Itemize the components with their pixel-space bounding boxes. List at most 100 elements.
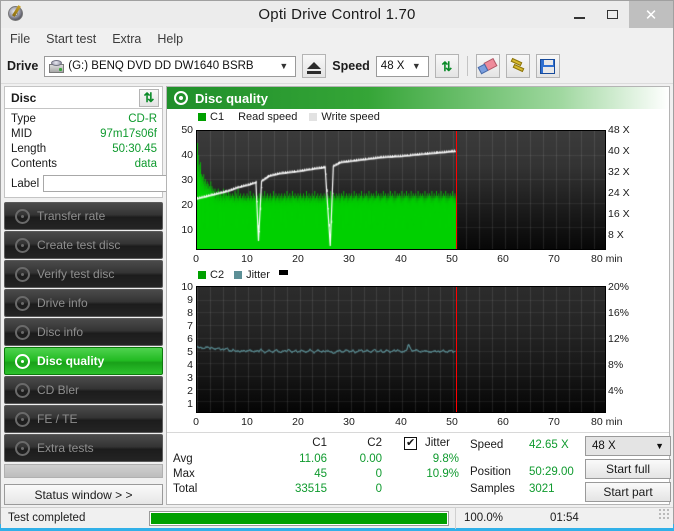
chart2-xtick-50: 50 [446,416,458,428]
title-bar: Opti Drive Control 1.70 ✕ [1,1,673,28]
disc-icon [15,411,30,427]
disc-icon [15,440,30,456]
chart1-xtick-40: 40 [395,253,407,265]
chart2-xtick-60: 60 [497,416,509,428]
status-message: Test completed [8,512,86,524]
chart1-ytick-30: 30 [181,174,193,186]
chart1-xtick-60: 60 [497,253,509,265]
erase-button[interactable] [475,54,500,78]
disc-icon [15,295,30,311]
legend-swatch-c2 [198,271,206,279]
chart1-ytickr-8: 8 X [608,229,624,241]
eject-button[interactable] [302,54,327,78]
disc-row-key: Contents [11,158,58,170]
legend-label-c1: C1 [210,111,225,123]
drive-label: Drive [7,59,39,73]
chart1-plot[interactable] [196,130,606,250]
chart1-ytick-20: 20 [181,199,193,211]
sidebar-item-label: Drive info [37,296,88,310]
sidebar-item-create-test-disc[interactable]: Create test disc [4,231,163,259]
disc-icon [15,266,30,282]
eject-icon [307,61,322,69]
speed-select[interactable]: 48 X ▼ [375,55,429,77]
chart1-xtick-80: 80 min [591,253,623,265]
legend-swatch-write-speed [309,113,318,121]
menu-item-start-test[interactable]: Start test [46,32,96,46]
tools-button[interactable] [505,54,530,78]
stats-total-c2: 0 [375,483,382,495]
refresh-arrows-icon: ⇅ [143,90,155,105]
chart1-xtick-30: 30 [343,253,355,265]
chart1-ytickr-48: 48 X [608,124,630,136]
sidebar-item-label: Transfer rate [37,209,106,223]
chart2-legend: C2 Jitter [198,269,288,281]
chart1-ytick-10: 10 [181,224,193,236]
disc-panel-header: Disc ⇅ [5,87,162,109]
stats-info-value-speed: 42.65 X [529,439,569,451]
body: Disc ⇅ Type CD-R MID 97m17s06f Length 50… [1,84,673,507]
sidebar-item-disc-info[interactable]: Disc info [4,318,163,346]
stats-info-value-position: 50:29.00 [529,466,574,478]
tools-icon [510,57,526,74]
stats-max-c1: 45 [314,468,327,480]
sidebar-item-label: Extra tests [37,441,94,455]
speed-select-value: 48 X [380,60,405,72]
sidebar-item-transfer-rate[interactable]: Transfer rate [4,202,163,230]
disc-refresh-button[interactable]: ⇅ [139,88,159,107]
chart1-ytickr-40: 40 X [608,145,630,157]
chart2-plot[interactable] [196,286,606,413]
disc-quality-icon [174,91,188,105]
legend-label-read-speed: Read speed [238,111,298,123]
disc-row-key: Type [11,113,36,125]
legend-label-write-speed: Write speed [321,111,380,123]
chart2-ytick-10: 10 [181,281,193,293]
resize-grip-icon[interactable] [658,508,670,520]
chart2-ytick-1: 1 [187,398,193,410]
chevron-down-icon: ▼ [279,61,289,71]
chart2-ytick-8: 8 [187,307,193,319]
status-window-button[interactable]: Status window > > [4,484,163,505]
chart2-ytickr-8: 8% [608,359,624,371]
stats-header-c2: C2 [367,437,382,449]
test-speed-select[interactable]: 48 X ▼ [585,436,671,456]
chart1-legend: C1 Read speed Write speed [198,111,380,123]
chart2-xtick-20: 20 [292,416,304,428]
refresh-button[interactable]: ⇅ [434,54,459,78]
sidebar-item-label: CD Bler [37,383,80,397]
start-full-button[interactable]: Start full [585,459,671,479]
menu-item-extra[interactable]: Extra [112,32,141,46]
sidebar-item-extra-tests[interactable]: Extra tests [4,434,163,462]
disc-row-value: CD-R [128,113,157,125]
disc-info-rows: Type CD-R MID 97m17s06f Length 50:30.45 … [5,109,247,197]
legend-label-jitter: Jitter [246,269,270,281]
start-part-button[interactable]: Start part [585,482,671,502]
sidebar-item-disc-quality[interactable]: Disc quality [4,347,163,375]
chart1-ytick-40: 40 [181,149,193,161]
progress-bar [149,510,449,526]
sidebar-item-fe-te[interactable]: FE / TE [4,405,163,433]
sidebar-item-drive-info[interactable]: Drive info [4,289,163,317]
legend-label-c2: C2 [210,269,225,281]
sidebar-item-cd-bler[interactable]: CD Bler [4,376,163,404]
jitter-checkbox[interactable] [404,436,417,450]
disc-panel-title: Disc [11,90,37,105]
chart1-ytickr-16: 16 X [608,208,630,220]
drive-select[interactable]: (G:) BENQ DVD DD DW1640 BSRB ▼ [44,55,297,77]
stats-total-c1: 33515 [295,483,327,495]
sidebar-item-verify-test-disc[interactable]: Verify test disc [4,260,163,288]
disc-label-key: Label [11,177,40,190]
chart2-ytickr-20: 20% [608,281,630,293]
menu-item-help[interactable]: Help [157,32,183,46]
test-speed-select-value: 48 X [592,440,616,452]
optical-drive-icon [49,59,65,73]
save-floppy-icon [540,58,556,74]
chart2-ytick-2: 2 [187,385,193,397]
main-panel: Disc quality C1 Read speed Write speed 5… [166,86,671,505]
chart2-xtick-10: 10 [241,416,253,428]
progress-percent: 100.0% [455,507,550,529]
menu-item-file[interactable]: File [10,32,30,46]
stats-row-key-total: Total [173,483,198,495]
disc-label-row: Label [11,174,247,193]
save-button[interactable] [535,54,560,78]
chart1-ytick-50: 50 [181,124,193,136]
